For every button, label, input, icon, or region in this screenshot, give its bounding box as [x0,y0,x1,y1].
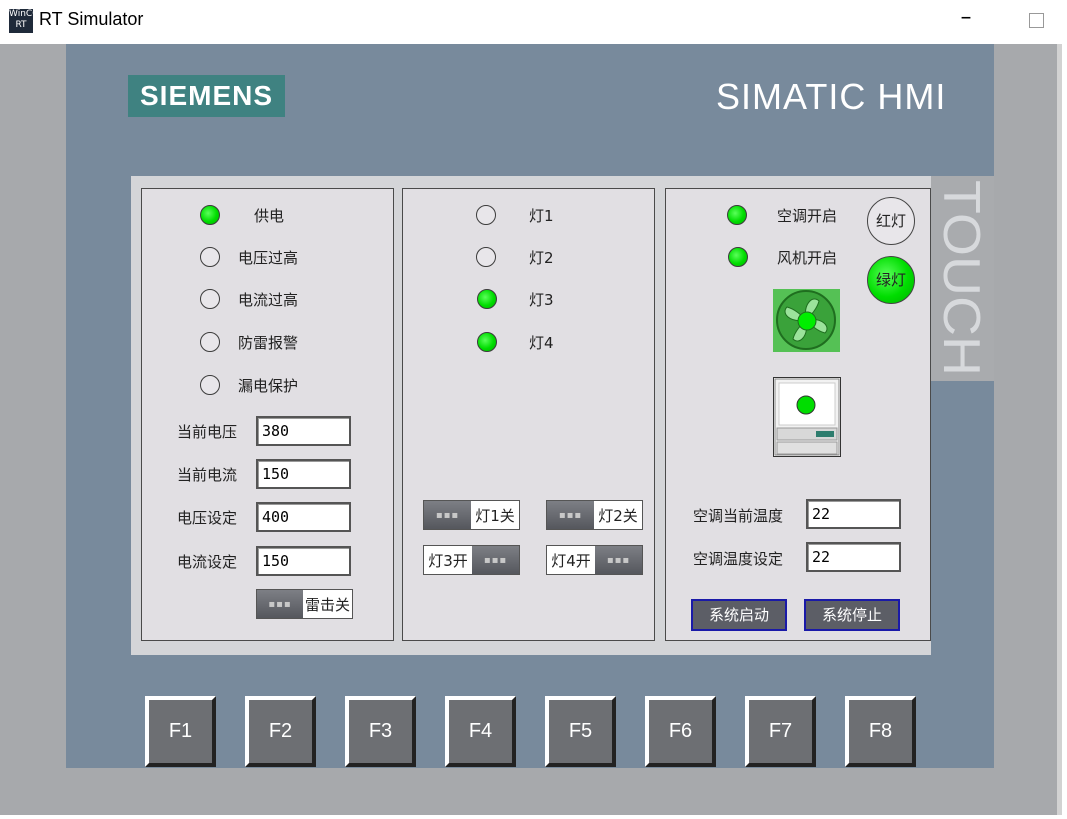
red-light-button[interactable]: 红灯 [867,197,915,245]
leakage-protection-led [200,375,220,395]
lightning-alarm-led [200,332,220,352]
overcurrent-led [200,289,220,309]
lamp-2-toggle-label: 灯2关 [598,506,638,525]
lamp-4-label: 灯4 [529,334,554,352]
green-light-button[interactable]: 绿灯 [867,256,915,304]
current-current-label: 当前电流 [177,466,238,484]
overcurrent-label: 电流过高 [238,291,299,309]
current-setpoint-label: 电流设定 [177,553,238,571]
simatic-hmi-label: SIMATIC HMI [716,76,947,117]
lightning-alarm-label: 防雷报警 [238,334,299,352]
ac-temp-setpoint-field[interactable]: 22 [806,542,901,572]
air-conditioner-graphic [774,378,840,456]
f4-key[interactable]: F4 [445,696,516,767]
window-title: RT Simulator [39,9,144,29]
lamp-1-label: 灯1 [529,207,554,225]
lamp-3-toggle-label: 灯3开 [428,551,468,570]
system-start-button[interactable]: 系统启动 [691,599,787,631]
lamp-1-toggle-label: 灯1关 [475,506,515,525]
lamp-4-led [477,332,497,352]
wincc-app-icon: WinCC RT [9,9,38,33]
toggle-knob: ▪▪▪ [595,546,642,574]
current-voltage-field[interactable]: 380 [256,416,351,446]
power-supply-led [200,205,220,225]
lightning-toggle[interactable]: ▪▪▪ 雷击关 [256,589,353,619]
f3-key[interactable]: F3 [345,696,416,767]
maximize-button[interactable] [1021,8,1051,34]
fan-on-label: 风机开启 [777,249,838,267]
overvoltage-led [200,247,220,267]
siemens-logo: SIEMENS [128,75,285,117]
toggle-knob: ▪▪▪ [424,501,471,529]
toggle-knob: ▪▪▪ [257,590,303,618]
overvoltage-label: 电压过高 [238,249,299,267]
f8-key[interactable]: F8 [845,696,916,767]
ac-temp-setpoint-label: 空调温度设定 [693,550,784,568]
ac-on-label: 空调开启 [777,207,838,225]
lamp-4-toggle-label: 灯4开 [551,551,591,570]
f7-key[interactable]: F7 [745,696,816,767]
ac-current-temp-field[interactable]: 22 [806,499,901,529]
f6-key[interactable]: F6 [645,696,716,767]
power-supply-label: 供电 [254,207,285,225]
lamp-1-toggle[interactable]: ▪▪▪ 灯1关 [423,500,520,530]
ac-current-temp-label: 空调当前温度 [693,507,784,525]
fan-graphic [776,290,836,350]
title-bar [0,0,1067,44]
leakage-protection-label: 漏电保护 [238,377,299,395]
lamp-2-toggle[interactable]: ▪▪▪ 灯2关 [546,500,643,530]
toggle-knob: ▪▪▪ [472,546,519,574]
voltage-setpoint-field[interactable]: 400 [256,502,351,532]
lamp-2-label: 灯2 [529,249,554,267]
f5-key[interactable]: F5 [545,696,616,767]
minimize-button[interactable]: – [951,7,981,34]
lightning-toggle-label: 雷击关 [304,595,350,614]
current-current-field[interactable]: 150 [256,459,351,489]
lamp-1-led [476,205,496,225]
lamp-3-toggle[interactable]: 灯3开 ▪▪▪ [423,545,520,575]
f2-key[interactable]: F2 [245,696,316,767]
touch-label-text: TOUCH [933,180,989,376]
current-voltage-label: 当前电压 [177,423,238,441]
fan-on-led [728,247,748,267]
lamp-4-toggle[interactable]: 灯4开 ▪▪▪ [546,545,643,575]
lamp-3-led [477,289,497,309]
system-stop-button[interactable]: 系统停止 [804,599,900,631]
voltage-setpoint-label: 电压设定 [177,509,238,527]
toggle-knob: ▪▪▪ [547,501,594,529]
air-conditioner-icon [773,377,841,457]
f1-key[interactable]: F1 [145,696,216,767]
lamp-3-label: 灯3 [529,291,554,309]
lamp-2-led [476,247,496,267]
touch-label: TOUCH [933,180,989,376]
ac-on-led [727,205,747,225]
fan-icon [773,289,840,352]
current-setpoint-field[interactable]: 150 [256,546,351,576]
